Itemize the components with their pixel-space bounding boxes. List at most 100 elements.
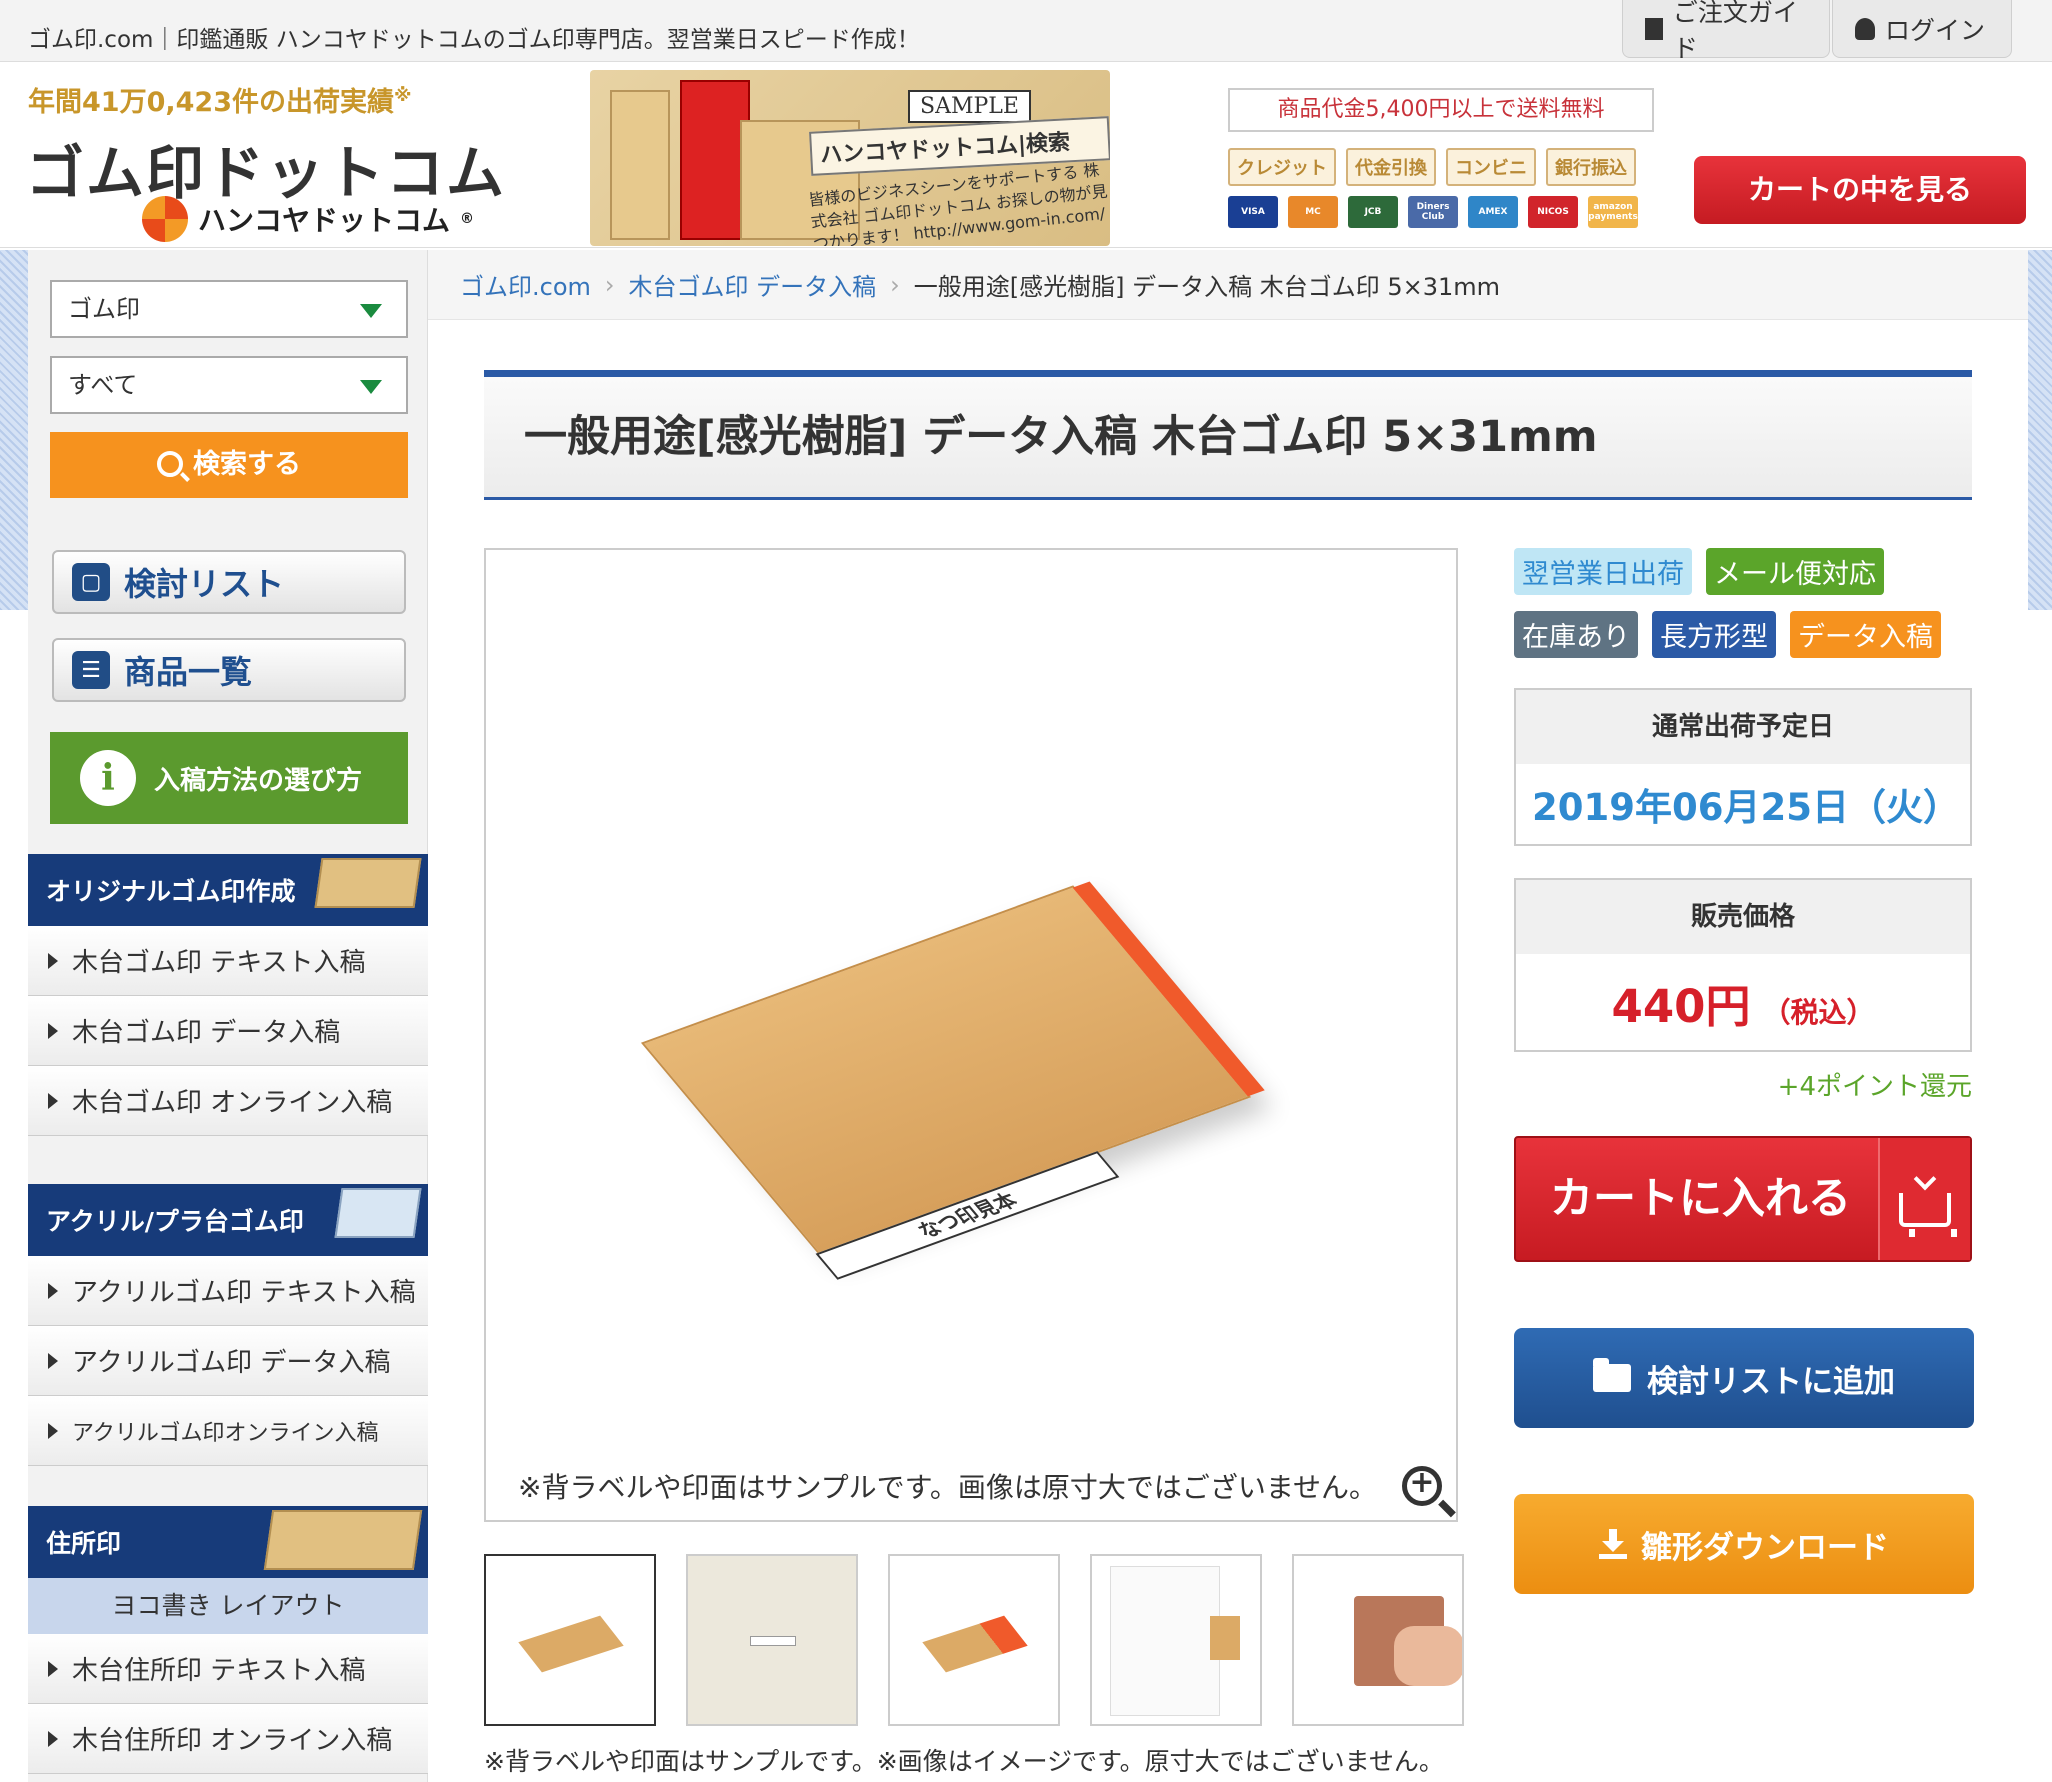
product-badge: 在庫あり	[1514, 611, 1638, 658]
list-icon: ☰	[72, 651, 110, 689]
card-logos: VISA MC JCB Diners Club AMEX NICOS amazon paym…	[1228, 196, 1638, 228]
login-button[interactable]: ログイン	[1832, 0, 2012, 58]
info-icon: i	[80, 750, 136, 806]
breadcrumb: ゴム印.com › 木台ゴム印 データ入稿 › 一般用途[感光樹脂] データ入稿…	[428, 250, 2028, 320]
thumb-imprint	[750, 1636, 796, 1646]
thumbnail-caption: ※背ラベルや印面はサンプルです。※画像はイメージです。原寸大ではございません。	[484, 1747, 1444, 1776]
template-download-button[interactable]: 雛形ダウンロード	[1514, 1494, 1974, 1594]
sidebar: ゴム印 すべて 検索する ▢ 検討リスト ☰ 商品一覧 i 入稿方法の選び方 オ…	[28, 250, 428, 1782]
folder-icon	[1593, 1358, 1631, 1392]
card-logo-icon: AMEX	[1468, 196, 1518, 228]
product-list-button[interactable]: ☰ 商品一覧	[52, 638, 406, 702]
thumbnail-2[interactable]	[686, 1554, 858, 1726]
download-icon	[1599, 1529, 1627, 1559]
nav-item[interactable]: アクリルゴム印 データ入稿	[28, 1326, 428, 1396]
nav-item[interactable]: 木台住所印 テキスト入稿	[28, 1634, 428, 1704]
payment-credit: クレジット	[1228, 148, 1336, 186]
breadcrumb-current: 一般用途[感光樹脂] データ入稿 木台ゴム印 5×31mm	[913, 273, 1501, 301]
rubber-face	[1072, 881, 1265, 1097]
payment-methods: クレジット 代金引換 コンビニ 銀行振込	[1228, 148, 1636, 186]
ship-date-value: 2019年06月25日（火）	[1532, 786, 1960, 829]
free-shipping-notice: 商品代金5,400円以上で送料無料	[1228, 88, 1654, 132]
product-badge: 長方形型	[1652, 611, 1776, 658]
stamp-box-image	[314, 858, 422, 908]
thumbnail-1[interactable]	[484, 1554, 656, 1726]
chevron-right-icon	[48, 1422, 58, 1439]
product-badge: メール便対応	[1706, 548, 1884, 595]
thumb-stamp	[518, 1615, 624, 1673]
window-icon: ▢	[72, 563, 110, 601]
input-guide-button[interactable]: i 入稿方法の選び方	[50, 732, 408, 824]
chevron-right-icon	[48, 952, 58, 969]
user-icon	[1855, 17, 1875, 40]
subcategory-select[interactable]: すべて	[50, 356, 408, 414]
category-select[interactable]: ゴム印	[50, 280, 408, 338]
product-badge: データ入稿	[1790, 611, 1941, 658]
top-bar: ゴム印.com｜印鑑通販 ハンコヤドットコムのゴム印専門店。翌営業日スピード作成…	[0, 0, 2052, 63]
price-value: 440円 （税込）	[1611, 979, 1875, 1033]
thumbnail-4[interactable]	[1090, 1554, 1262, 1726]
chevron-down-icon	[360, 304, 382, 318]
thumbnail-5[interactable]	[1292, 1554, 1464, 1726]
order-guide-label: ご注文ガイド	[1672, 0, 1798, 63]
thumb-hand	[1394, 1626, 1462, 1686]
chevron-right-icon	[48, 1282, 58, 1299]
payment-cod: 代金引換	[1346, 148, 1436, 186]
breadcrumb-home[interactable]: ゴム印.com	[460, 267, 591, 302]
breadcrumb-category[interactable]: 木台ゴム印 データ入稿	[629, 267, 877, 302]
product-image[interactable]: なつ印見本 ※背ラベルや印面はサンプルです。画像は原寸大ではございません。	[484, 548, 1458, 1522]
address-stamp-image	[263, 1510, 423, 1570]
subsection-horizontal-layout[interactable]: ヨコ書き レイアウト	[28, 1578, 428, 1634]
search-button[interactable]: 検索する	[50, 432, 408, 498]
add-to-cart-button[interactable]: カートに入れる	[1514, 1136, 1972, 1262]
review-list-button[interactable]: ▢ 検討リスト	[52, 550, 406, 614]
payment-bank: 銀行振込	[1546, 148, 1636, 186]
thumbnail-3[interactable]	[888, 1554, 1060, 1726]
payment-convenience: コンビニ	[1446, 148, 1536, 186]
shipment-count: 年間41万0,423件の出荷実績※	[28, 85, 412, 118]
price-label: 販売価格	[1516, 880, 1970, 954]
parent-brand-logo[interactable]: ハンコヤドットコム ®	[142, 196, 474, 242]
page-bg-left	[0, 250, 28, 610]
add-to-list-button[interactable]: 検討リストに追加	[1514, 1328, 1974, 1428]
header-banner[interactable]: SAMPLE ハンコヤドットコム|検索 皆様のビジネスシーンをサポートする 株式…	[590, 70, 1110, 246]
stamp-back-label: なつ印見本	[815, 1151, 1120, 1280]
ship-date-box: 通常出荷予定日 2019年06月25日（火）	[1514, 688, 1972, 846]
cart-icon	[1878, 1138, 1970, 1260]
site-tagline: ゴム印.com｜印鑑通販 ハンコヤドットコムのゴム印専門店。翌営業日スピード作成…	[28, 27, 920, 53]
nav-item[interactable]: 木台住所印 オンライン入稿	[28, 1704, 428, 1774]
section-address-stamp[interactable]: 住所印	[28, 1506, 428, 1578]
nav-item[interactable]: 木台ゴム印 テキスト入稿	[28, 926, 428, 996]
nav-item[interactable]: 木台ゴム印 オンライン入稿	[28, 1066, 428, 1136]
order-guide-button[interactable]: ご注文ガイド	[1622, 0, 1830, 63]
chevron-right-icon	[48, 1730, 58, 1747]
chevron-right-icon: ›	[890, 270, 900, 299]
page-bg-right	[2028, 250, 2052, 610]
search-icon	[157, 451, 183, 477]
product-badges: 翌営業日出荷 メール便対応在庫あり 長方形型 データ入稿	[1514, 548, 1974, 658]
nav-item[interactable]: アクリルゴム印 テキスト入稿	[28, 1256, 428, 1326]
stamp-photo: なつ印見本	[640, 881, 1265, 1280]
login-label: ログイン	[1885, 15, 1986, 45]
price-box: 販売価格 440円 （税込）	[1514, 878, 1972, 1052]
zoom-icon[interactable]	[1402, 1465, 1442, 1506]
nav-item[interactable]: 木台ゴム印 データ入稿	[28, 996, 428, 1066]
card-logo-icon: JCB	[1348, 196, 1398, 228]
product-title: 一般用途[感光樹脂] データ入稿 木台ゴム印 5×31mm	[484, 370, 1972, 500]
nav-item[interactable]: アクリルゴム印オンライン入稿	[28, 1396, 428, 1466]
thumb-stamp	[922, 1615, 1028, 1673]
thumbnail-strip	[484, 1554, 1464, 1726]
thumb-stamp	[1210, 1616, 1240, 1660]
card-logo-icon: amazon payments	[1588, 196, 1638, 228]
thumb-postcard	[1110, 1566, 1220, 1716]
product-badge: 翌営業日出荷	[1514, 548, 1692, 595]
chevron-right-icon	[48, 1660, 58, 1677]
points-return: +4ポイント還元	[1777, 1072, 1972, 1102]
card-logo-icon: MC	[1288, 196, 1338, 228]
ship-date-label: 通常出荷予定日	[1516, 690, 1970, 764]
banner-sample-label: SAMPLE	[908, 90, 1031, 123]
section-acrylic-stamp[interactable]: アクリル/プラ台ゴム印	[28, 1184, 428, 1256]
hankoya-logo-icon	[142, 196, 188, 242]
section-original-stamp[interactable]: オリジナルゴム印作成	[28, 854, 428, 926]
view-cart-button[interactable]: カートの中を見る	[1694, 156, 2026, 224]
